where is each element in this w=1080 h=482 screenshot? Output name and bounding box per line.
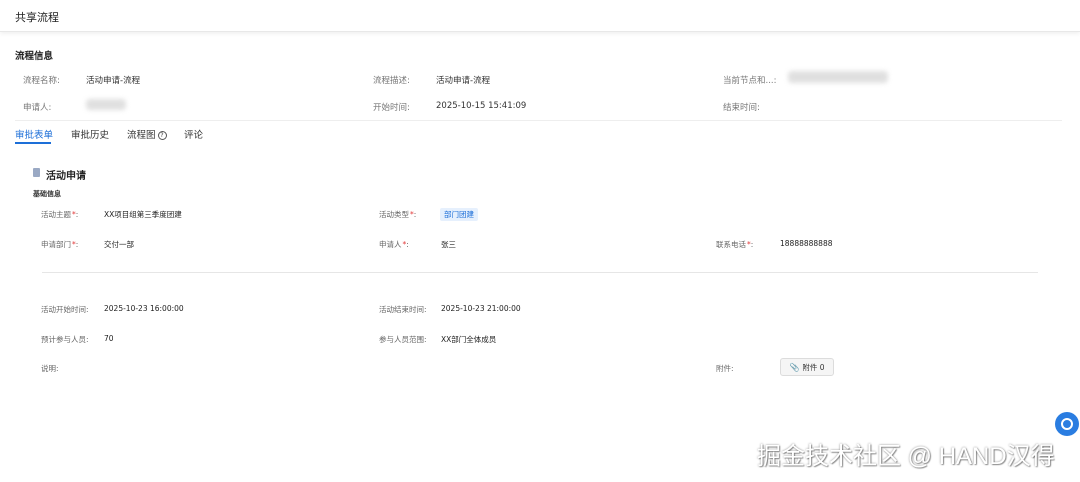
tab-approval-history[interactable]: 审批历史 <box>71 127 109 141</box>
activity-start-label: 活动开始时间: <box>41 305 89 314</box>
tab-flowchart-label: 流程图 <box>127 130 156 141</box>
watermark: 掘金技术社区 @ HAND汉得 <box>757 443 1055 470</box>
tab-approval-form[interactable]: 审批表单 <box>15 127 53 141</box>
activity-type-tag: 部门团建 <box>440 208 478 221</box>
form-applicant-label: 申请人*: <box>379 240 409 249</box>
process-desc-label: 流程描述: <box>373 76 410 86</box>
activity-end-value: 2025-10-23 21:00:00 <box>441 304 521 313</box>
page-title: 共享流程 <box>15 11 59 24</box>
form-applicant-value: 张三 <box>441 240 456 249</box>
form-title: 活动申请 <box>46 171 86 182</box>
process-name-value: 活动申请-流程 <box>86 76 141 86</box>
activity-type-label: 活动类型*: <box>379 210 417 219</box>
section-divider <box>15 120 1062 121</box>
activity-end-label: 活动结束时间: <box>379 305 427 314</box>
form-divider <box>42 272 1038 273</box>
description-label: 说明: <box>41 364 59 373</box>
participant-scope-label: 参与人员范围: <box>379 335 427 344</box>
form-subheading: 基础信息 <box>33 190 61 198</box>
active-tab-indicator <box>15 142 51 144</box>
current-node-label: 当前节点和...: <box>723 76 777 86</box>
end-time-label: 结束时间: <box>723 103 760 113</box>
current-node-value-blurred <box>788 71 888 83</box>
tab-flowchart[interactable]: 流程图? <box>127 127 167 141</box>
phone-value: 18888888888 <box>780 239 833 248</box>
attachment-button-label: 附件 0 <box>802 362 825 372</box>
attachment-label: 附件: <box>716 364 734 373</box>
phone-label: 联系电话*: <box>716 240 754 249</box>
expected-participants-value: 70 <box>104 334 114 343</box>
subject-value: XX项目组第三季度团建 <box>104 210 182 219</box>
paperclip-icon: 📎 <box>789 362 800 372</box>
subject-label: 活动主题*: <box>41 210 79 219</box>
process-desc-value: 活动申请-流程 <box>436 76 491 86</box>
document-icon <box>33 168 40 177</box>
chat-icon[interactable] <box>1055 412 1079 436</box>
activity-start-value: 2025-10-23 16:00:00 <box>104 304 184 313</box>
applicant-value-blurred <box>86 99 126 110</box>
participant-scope-value: XX部门全体成员 <box>441 335 497 344</box>
start-time-label: 开始时间: <box>373 103 410 113</box>
attachment-button[interactable]: 📎 附件 0 <box>780 358 834 376</box>
tab-comments[interactable]: 评论 <box>184 127 203 141</box>
process-name-label: 流程名称: <box>23 76 60 86</box>
applicant-label: 申请人: <box>23 103 52 113</box>
expected-participants-label: 预计参与人员: <box>41 335 89 344</box>
start-time-value: 2025-10-15 15:41:09 <box>436 101 527 111</box>
help-circle-icon: ? <box>157 131 167 140</box>
dept-value: 交付一部 <box>104 240 134 249</box>
dept-label: 申请部门*: <box>41 240 79 249</box>
top-bar: 共享流程 <box>0 0 1080 32</box>
section-title-process-info: 流程信息 <box>15 51 54 62</box>
